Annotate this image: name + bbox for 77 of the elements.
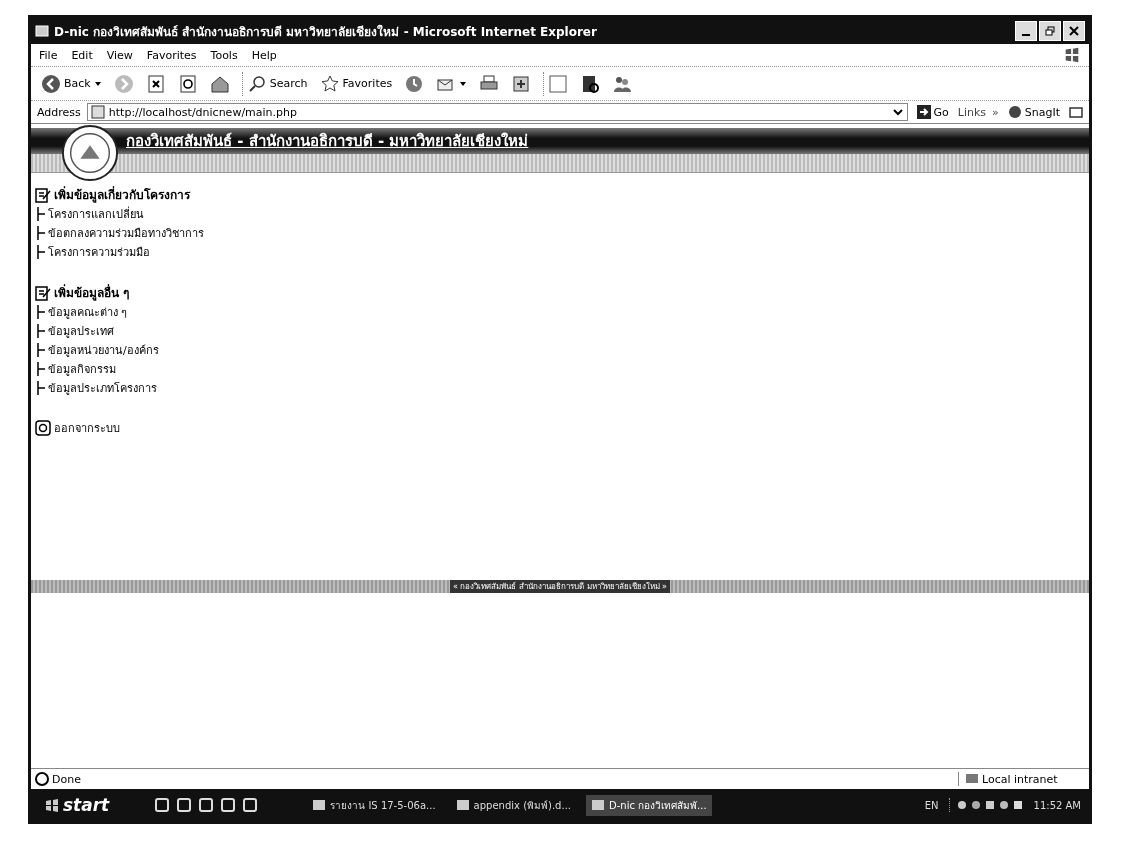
page-icon [35,24,49,38]
banner-title: กองวิเทศสัมพันธ์ - สำนักงานอธิการบดี - มหาวิทยาลัยเชียงใหม่ [126,131,529,152]
clock: 11:52 AM [1033,799,1081,811]
close-icon [1068,25,1080,37]
section-heading: เพิ่มข้อมูลเกี่ยวกับโครงการ [54,185,190,204]
snagit-button[interactable]: SnagIt [1004,105,1063,119]
address-label: Address [37,105,81,119]
minimize-button[interactable] [1015,21,1037,41]
page-icon [90,105,105,119]
menu-link[interactable]: โครงการความร่วมมือ [48,242,150,261]
edit-note-icon [35,186,51,203]
menu-link[interactable]: ข้อมูลกิจกรรม [48,359,116,378]
menu-item[interactable]: Edit [71,48,93,62]
logout-link[interactable]: ออกจากระบบ [54,419,120,437]
menu-item[interactable]: Help [251,48,277,62]
menu-link[interactable]: ข้อมูลคณะต่าง ๆ [48,302,128,321]
refresh-icon [177,73,198,94]
quick-launch-icon[interactable] [155,798,170,812]
caret-icon [459,79,468,88]
quick-launch-icon[interactable] [221,798,236,812]
address-field[interactable]: http://localhost/dnicnew/main.php [86,103,908,121]
links-label[interactable]: Links [957,105,987,119]
tree-branch-icon [37,244,45,259]
menu-item[interactable]: Tools [210,48,238,62]
language-indicator[interactable]: EN [924,799,939,811]
tree-branch-icon [37,361,45,376]
back-button[interactable]: Back [37,71,106,96]
menu-link[interactable]: โครงการแลกเปลี่ยน [48,204,144,223]
quick-launch-icon[interactable] [177,798,192,812]
caret-icon [93,79,102,88]
star-icon [319,73,340,94]
go-button[interactable]: Go [913,105,952,119]
more-chevron[interactable]: » [992,105,999,119]
restore-button[interactable] [1039,21,1061,41]
close-button[interactable] [1063,21,1085,41]
power-icon [35,420,51,436]
menu-link[interactable]: ข้อมูลหน่วยงาน/องค์กร [48,340,159,359]
menu-item[interactable]: Favorites [146,48,197,62]
restore-icon [1044,25,1056,37]
minimize-icon [1022,34,1030,36]
taskbar-button[interactable]: appendix (พิมพ์).d... [450,794,576,816]
window-icon [312,798,327,812]
stop-icon [145,73,166,94]
arrow-icon [916,105,931,119]
tree-branch-icon [37,323,45,338]
menu-link[interactable]: ข้อมูลประเภทโครงการ [48,378,157,397]
start-button[interactable]: start [39,794,116,816]
edit-note-icon [35,284,51,301]
section-heading: เพิ่มข้อมูลอื่น ๆ [54,283,130,302]
quick-launch-icon[interactable] [243,798,258,812]
edit-icon [511,73,532,94]
window-title: D-nic กองวิเทศสัมพันธ์ สำนักงานอธิการบดี มหาวิทยาลัยเชียงใหม่ - Microsoft Internet Explorer [54,23,598,41]
tree-branch-icon [37,380,45,395]
taskbar-button[interactable]: D-nic กองวิเทศสัมพั... [586,794,712,816]
windows-flag-icon [45,798,59,812]
tree-branch-icon [37,342,45,357]
window-icon [455,798,470,812]
taskbar-button[interactable]: รายงาน IS 17-5-06a... [307,794,441,816]
menu-item[interactable]: View [106,48,133,62]
status-text: Done [52,772,81,786]
menu-link[interactable]: ข้อมูลประเทศ [48,321,114,340]
quick-launch-icon[interactable] [199,798,214,812]
clock-icon [404,73,425,94]
circle-icon [1007,105,1022,119]
footer-text: « กองวิเทศสัมพันธ์ สำนักงานอธิการบดี มหาวิทยาลัยเชียงใหม่ » [450,580,670,593]
window-icon [591,798,605,812]
tree-branch-icon [37,304,45,319]
blank-page-icon [548,73,569,94]
book-search-icon [580,73,601,94]
zone-indicator: Local intranet [982,772,1058,786]
tree-branch-icon [37,206,45,221]
menu-item[interactable]: File [39,48,58,62]
favorites-button[interactable]: Favorites [315,71,397,96]
tree-branch-icon [37,225,45,240]
windows-flag-icon [1063,46,1081,64]
menu-link[interactable]: ข้อตกลงความร่วมมือทางวิชาการ [48,223,204,242]
search-button[interactable]: Search [241,71,312,96]
